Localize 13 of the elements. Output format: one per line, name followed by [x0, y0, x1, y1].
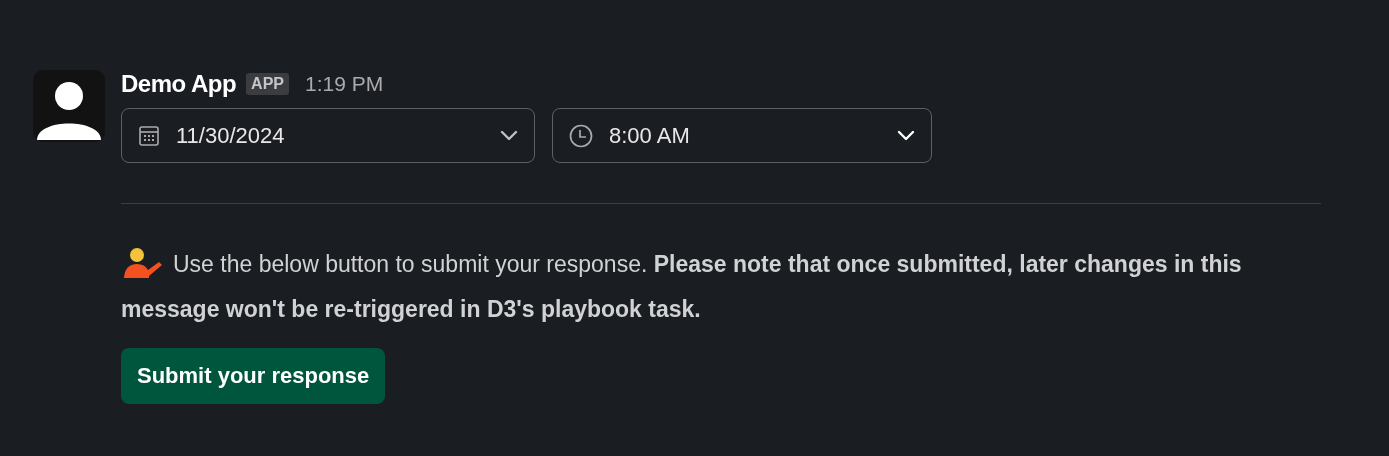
calendar-icon: [138, 124, 160, 147]
date-picker[interactable]: 11/30/2024: [121, 108, 535, 163]
avatar: [33, 70, 105, 142]
clock-icon: [569, 123, 593, 148]
chevron-down-icon: [500, 130, 518, 141]
sender-name[interactable]: Demo App: [121, 70, 237, 98]
timestamp[interactable]: 1:19 PM: [305, 72, 384, 96]
app-badge: APP: [246, 73, 289, 95]
submit-button[interactable]: Submit your response: [121, 348, 386, 404]
message-text: Use the below button to submit your response. Please note that once submitted, later changes in this message won't be re-triggered in D3's playbook task.: [121, 242, 1311, 332]
time-picker[interactable]: 8:00 AM: [552, 108, 932, 163]
person-tipping-hand-icon: [121, 246, 165, 278]
chevron-down-icon: [897, 130, 915, 141]
